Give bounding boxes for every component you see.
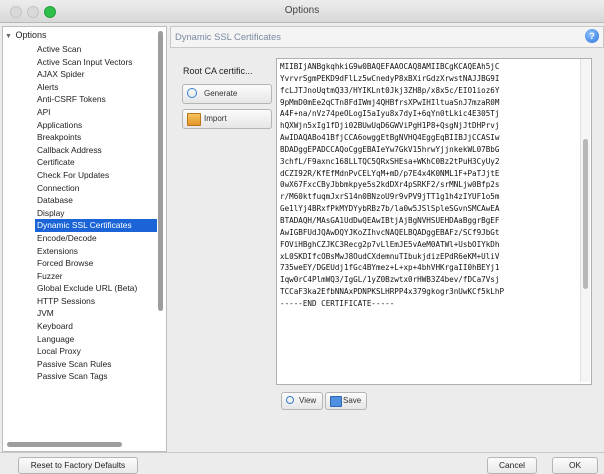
- tree-item[interactable]: Connection: [35, 182, 157, 195]
- panel-header: Dynamic SSL Certificates ?: [170, 26, 604, 48]
- certificate-line: xL0SKDIfcOBsMwJ8OudCXdemnuTIbukjdizEPdR6…: [280, 251, 500, 261]
- certificate-scrollbar[interactable]: [580, 59, 590, 382]
- tree-item[interactable]: Anti-CSRF Tokens: [35, 93, 157, 106]
- certificate-line: 3chfL/F9axnc168LLTQC5QRxSHEsa+WKhC0Bz2tP…: [280, 156, 500, 166]
- sidebar-horizontal-scrollbar[interactable]: [5, 441, 155, 448]
- cancel-button[interactable]: Cancel: [487, 457, 537, 474]
- tree-item-list: Active Scan Active Scan Input Vectors AJAX…: [35, 43, 157, 383]
- view-button[interactable]: View: [281, 392, 323, 410]
- tree-item[interactable]: Global Exclude URL (Beta): [35, 282, 157, 295]
- tree-item[interactable]: Applications: [35, 119, 157, 132]
- import-button[interactable]: Import: [182, 109, 272, 129]
- tree-item[interactable]: Passive Scan Rules: [35, 358, 157, 371]
- certificate-line: r/M60ktfuqmJxrS14n0BNzoU9r9vPV9jTT1g1h4z…: [280, 192, 500, 202]
- title-bar: Options: [0, 0, 604, 23]
- sidebar-vertical-scrollbar[interactable]: [157, 29, 164, 439]
- tree-item[interactable]: Check For Updates: [35, 169, 157, 182]
- tree-item[interactable]: HTTP Sessions: [35, 295, 157, 308]
- reset-to-defaults-button[interactable]: Reset to Factory Defaults: [18, 457, 138, 474]
- tree-item[interactable]: Local Proxy: [35, 345, 157, 358]
- certificate-line: MIIBIjANBgkqhkiG9w0BAQEFAAOCAQ8AMIIBCgKC…: [280, 62, 500, 71]
- certificate-line: 735weEY/DGEUdj1fGc4BYmez+L+xp+4bhVHKrgaI…: [280, 263, 500, 273]
- tree-item[interactable]: Active Scan: [35, 43, 157, 56]
- tree-item[interactable]: Database: [35, 194, 157, 207]
- tree-root-label: Options: [15, 30, 47, 40]
- generate-label: Generate: [204, 89, 238, 98]
- tree-root-options[interactable]: ▼ Options: [5, 30, 47, 40]
- tree-item[interactable]: Breakpoints: [35, 131, 157, 144]
- tree-item[interactable]: Encode/Decode: [35, 232, 157, 245]
- tree-item[interactable]: Keyboard: [35, 320, 157, 333]
- panel-title: Dynamic SSL Certificates: [175, 31, 281, 42]
- tree-item[interactable]: Callback Address: [35, 144, 157, 157]
- generate-button[interactable]: Generate: [182, 84, 272, 104]
- view-label: View: [299, 396, 317, 405]
- expand-triangle-icon[interactable]: ▼: [5, 33, 13, 40]
- tree-item[interactable]: API: [35, 106, 157, 119]
- footer-divider: [0, 452, 604, 453]
- tree-item[interactable]: Passive Scan Tags: [35, 370, 157, 383]
- tree-item[interactable]: Forced Browse: [35, 257, 157, 270]
- tree-item[interactable]: Dynamic SSL Certificates: [35, 219, 157, 232]
- certificate-line: BTADAQH/MAsGA1UdDwQEAwIBtjAjBgNVHSUEHDAa…: [280, 215, 500, 225]
- certificate-line: Ge1lYj4BRxfPkMYDYybRBz7b/la0w5JSlSpleSGv…: [280, 204, 500, 214]
- generate-icon: [187, 88, 197, 98]
- certificate-line: dCZI92R/KfEfMdnPvCELYqM+mD/p7E4x4K0NML1F…: [280, 168, 500, 178]
- save-label: Save: [343, 396, 362, 405]
- certificate-line: fcLJTJnoUqtmQ33/HYIKLnt0Jkj3ZH8p/x8x5c/E…: [280, 85, 500, 95]
- tree-item[interactable]: JVM: [35, 307, 157, 320]
- tree-item[interactable]: Display: [35, 207, 157, 220]
- certificate-line: 9pMmD0mEe2qCTn8FdIWmj4QHBfrsXPwIHIltuaSn…: [280, 97, 500, 107]
- certificate-line: TCCaF3ka2EfbNNAxPDNPKSLHRPP4x379gkogr3nU…: [280, 287, 505, 297]
- certificate-line: hQXWjn5xIg1fDji02BUwUqD6GWViPgH1P8+QsgNj…: [280, 121, 500, 131]
- help-icon[interactable]: ?: [585, 29, 599, 43]
- save-icon: [330, 396, 342, 407]
- certificate-textarea[interactable]: MIIBIjANBgkqhkiG9w0BAQEFAAOCAQ8AMIIBCgKC…: [276, 58, 592, 385]
- certificate-line: Iqw0rC4PlmWQ3/IgGL/1yZ0Bzwtx0rHWB3Z4bev/…: [280, 275, 500, 285]
- certificate-line: AwIDAQABo41BfjCCA6owggEtBgNVHQ4EggEqBIIB…: [280, 133, 500, 143]
- tree-item[interactable]: Alerts: [35, 81, 157, 94]
- certificate-line: FOViHBghCZJKC3Recg2p7vLlEmJE5vAeM0ATWl+U…: [280, 239, 500, 249]
- certificate-line: -----END CERTIFICATE-----: [280, 298, 395, 308]
- tree-item[interactable]: Fuzzer: [35, 270, 157, 283]
- root-ca-label: Root CA certific...: [183, 66, 253, 76]
- tree-item[interactable]: Language: [35, 333, 157, 346]
- tree-item[interactable]: Active Scan Input Vectors: [35, 56, 157, 69]
- options-tree[interactable]: ▼ Options Active Scan Active Scan Input V…: [2, 26, 167, 452]
- certificate-line: AwIGBFUdJQAwDQYJKoZIhvcNAQELBQADggEBAFz/…: [280, 227, 500, 237]
- ok-button[interactable]: OK: [552, 457, 598, 474]
- tree-item[interactable]: Extensions: [35, 245, 157, 258]
- tree-item[interactable]: Certificate: [35, 156, 157, 169]
- magnifier-icon: [286, 396, 294, 404]
- save-button[interactable]: Save: [325, 392, 367, 410]
- certificate-line: BDADggEPADCCAQoCggEBAIeYw7GkV15hrwYjjnke…: [280, 144, 500, 154]
- window-title: Options: [284, 5, 320, 16]
- certificate-line: YvrvrSgmPEKD9dFlLz5wCnedyP8xBXirGdzXrwst…: [280, 73, 500, 83]
- tree-item[interactable]: AJAX Spider: [35, 68, 157, 81]
- folder-icon: [187, 113, 201, 126]
- certificate-text: MIIBIjANBgkqhkiG9w0BAQEFAAOCAQ8AMIIBCgKC…: [280, 61, 578, 310]
- certificate-line: A4F+na/nVz74peOLogI5aIyu8x7dyI+6qYn0tLki…: [280, 109, 500, 119]
- import-label: Import: [204, 114, 227, 123]
- certificate-line: 0wX67FxcCByJbbmkpye5s2kdDXr4pSRKF2/srMNL…: [280, 180, 500, 190]
